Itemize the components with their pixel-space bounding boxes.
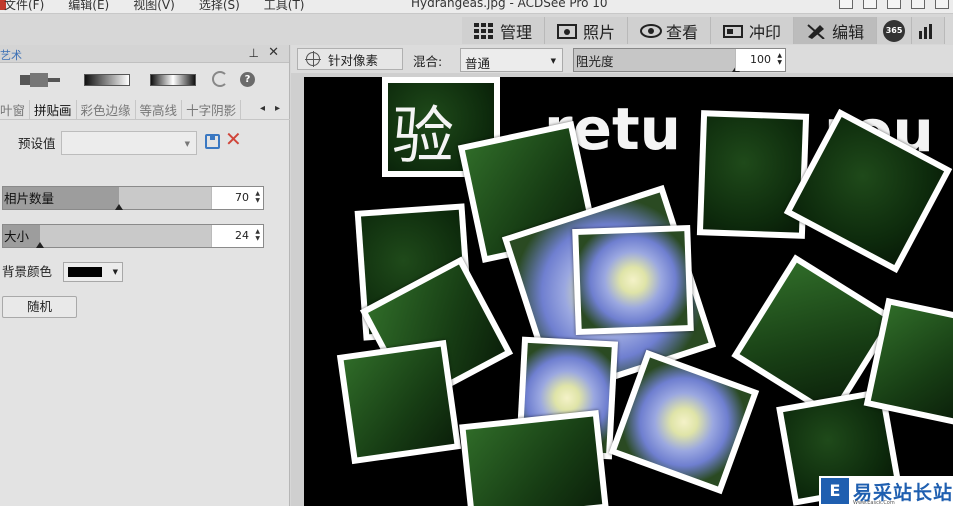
chevron-down-icon: ▼ <box>184 140 190 148</box>
collage-photo <box>336 339 462 465</box>
acdsee365-icon: 365 <box>883 19 906 42</box>
tab-manage-label: 管理 <box>500 22 533 42</box>
opacity-label: 阻光度 <box>576 54 614 69</box>
collage-photo-inner <box>465 416 603 506</box>
random-button[interactable]: 随机 <box>2 296 77 318</box>
size-spinner[interactable]: ▲ ▼ <box>255 228 260 242</box>
reset-icon[interactable] <box>212 71 228 87</box>
collage-photo <box>572 224 694 336</box>
layout-icon-1[interactable] <box>839 0 853 9</box>
tab-contour[interactable]: 等高线 <box>136 100 183 119</box>
watermark-url: Www.Easck.Com <box>853 500 895 506</box>
brush-icon[interactable] <box>20 73 60 87</box>
help-icon[interactable]: ? <box>240 72 255 87</box>
tab-365[interactable]: 365 <box>877 17 913 44</box>
window-controls <box>839 0 949 9</box>
collage-photo <box>459 409 609 506</box>
collage-photo <box>696 110 810 239</box>
title-bar: 文件(F) 编辑(E) 视图(V) 选择(S) 工具(T) Hydrangeas… <box>0 0 953 14</box>
tab-edit-label: 编辑 <box>832 22 865 42</box>
linear-gradient-icon[interactable] <box>84 74 130 86</box>
tab-manage[interactable]: 管理 <box>462 17 546 44</box>
effect-tabs: 叶窗 拼贴画 彩色边缘 等高线 十字阴影 ◂ ▸ <box>0 100 290 120</box>
canvas-area: 验 retu rou <box>291 73 953 506</box>
collage-photo-inner <box>616 357 752 487</box>
tab-color-edges[interactable]: 彩色边缘 <box>77 100 136 119</box>
maximize-icon[interactable] <box>935 0 949 9</box>
photo-count-spinner[interactable]: ▲ ▼ <box>255 190 260 204</box>
size-slider[interactable]: 大小 24 ▲ ▼ <box>2 224 264 248</box>
collage-photo-inner <box>578 231 688 329</box>
bg-color-swatch <box>68 267 102 277</box>
tab-dashboard[interactable] <box>912 17 946 44</box>
tab-blinds[interactable]: 叶窗 <box>0 100 31 119</box>
watermark-logo-icon: E <box>821 478 849 504</box>
pin-icon[interactable]: ⊥ <box>249 46 259 60</box>
tab-collage[interactable]: 拼贴画 <box>30 100 77 119</box>
bg-color-label: 背景颜色 <box>2 264 53 279</box>
window-title: Hydrangeas.jpg - ACDSee Pro 10 <box>411 0 608 10</box>
save-preset-icon[interactable] <box>205 134 220 149</box>
pixel-target-label: 针对像素 <box>328 52 379 68</box>
opacity-spinner[interactable]: ▲ ▼ <box>777 52 782 66</box>
blend-label: 混合: <box>413 54 443 69</box>
dashboard-icon <box>918 23 938 39</box>
menu-file[interactable]: 文件(F) <box>0 0 56 13</box>
tab-crosshatch[interactable]: 十字阴影 <box>182 100 242 119</box>
tab-edit[interactable]: 编辑 <box>794 17 878 44</box>
photo-count-label: 相片数量 <box>4 191 55 206</box>
bg-color-picker[interactable]: ▼ <box>63 262 123 282</box>
edit-icon <box>806 23 826 40</box>
blend-mode-value: 普通 <box>465 56 491 71</box>
close-icon[interactable]: ✕ <box>268 45 279 60</box>
tab-scroll-right-icon[interactable]: ▸ <box>275 103 280 114</box>
collage-photo-inner <box>870 304 953 420</box>
size-thumb[interactable] <box>36 242 45 248</box>
image-canvas[interactable]: 验 retu rou <box>304 77 953 506</box>
tab-develop-label: 冲印 <box>749 22 782 42</box>
photos-icon <box>557 23 578 39</box>
tool-strip: ? <box>0 69 290 91</box>
watermark: E 易采站长站 Www.Easck.Com <box>819 476 953 506</box>
menu-view[interactable]: 视图(V) <box>121 0 187 13</box>
chevron-down-icon: ▼ <box>112 268 118 276</box>
tab-photos[interactable]: 照片 <box>545 17 629 44</box>
tab-view-label: 查看 <box>666 22 699 42</box>
menu-tools[interactable]: 工具(T) <box>252 0 317 13</box>
tab-develop[interactable]: 冲印 <box>711 17 795 44</box>
menu-edit[interactable]: 编辑(E) <box>56 0 121 13</box>
minimize-icon[interactable] <box>911 0 925 9</box>
grid-icon <box>474 22 494 39</box>
tab-view[interactable]: 查看 <box>628 17 712 44</box>
art-panel: 艺术 ⊥ ✕ ? 叶窗 拼贴画 彩色边缘 等高线 十字阴影 ◂ ▸ 预设值 ▼ … <box>0 45 290 506</box>
collage-photo-inner <box>343 346 455 458</box>
menu-select[interactable]: 选择(S) <box>187 0 252 13</box>
size-label: 大小 <box>4 229 30 244</box>
image-toolbar: 针对像素 混合: 普通 ▼ 阻光度 100 ▲ ▼ <box>291 45 953 73</box>
chevron-down-icon: ▼ <box>550 57 556 65</box>
mode-tabs: 管理 照片 查看 冲印 编辑 365 <box>462 17 953 44</box>
preset-select[interactable]: ▼ <box>61 131 197 155</box>
photo-count-thumb[interactable] <box>115 204 124 210</box>
menu-bar: 文件(F) 编辑(E) 视图(V) 选择(S) 工具(T) <box>0 0 317 13</box>
develop-icon <box>723 23 744 39</box>
overlay-text: 验 <box>392 99 455 172</box>
photo-count-slider[interactable]: 相片数量 70 ▲ ▼ <box>2 186 264 210</box>
tab-scroll-left-icon[interactable]: ◂ <box>260 103 265 114</box>
blend-mode-select[interactable]: 普通 ▼ <box>460 48 563 72</box>
crosshair-icon <box>305 51 321 67</box>
panel-title: 艺术 <box>0 49 22 62</box>
preset-label: 预设值 <box>18 136 56 151</box>
pixel-target-button[interactable]: 针对像素 <box>297 48 403 70</box>
layout-icon-3[interactable] <box>887 0 901 9</box>
tab-photos-label: 照片 <box>583 22 616 42</box>
radial-gradient-icon[interactable] <box>150 74 196 86</box>
eye-icon <box>640 23 663 39</box>
delete-preset-icon[interactable]: ✕ <box>225 129 242 149</box>
layout-icon-2[interactable] <box>863 0 877 9</box>
tab-scroll: ◂ ▸ <box>260 103 280 114</box>
panel-header: 艺术 ⊥ ✕ <box>0 45 289 63</box>
opacity-slider[interactable]: 阻光度 100 ▲ ▼ <box>573 48 786 72</box>
